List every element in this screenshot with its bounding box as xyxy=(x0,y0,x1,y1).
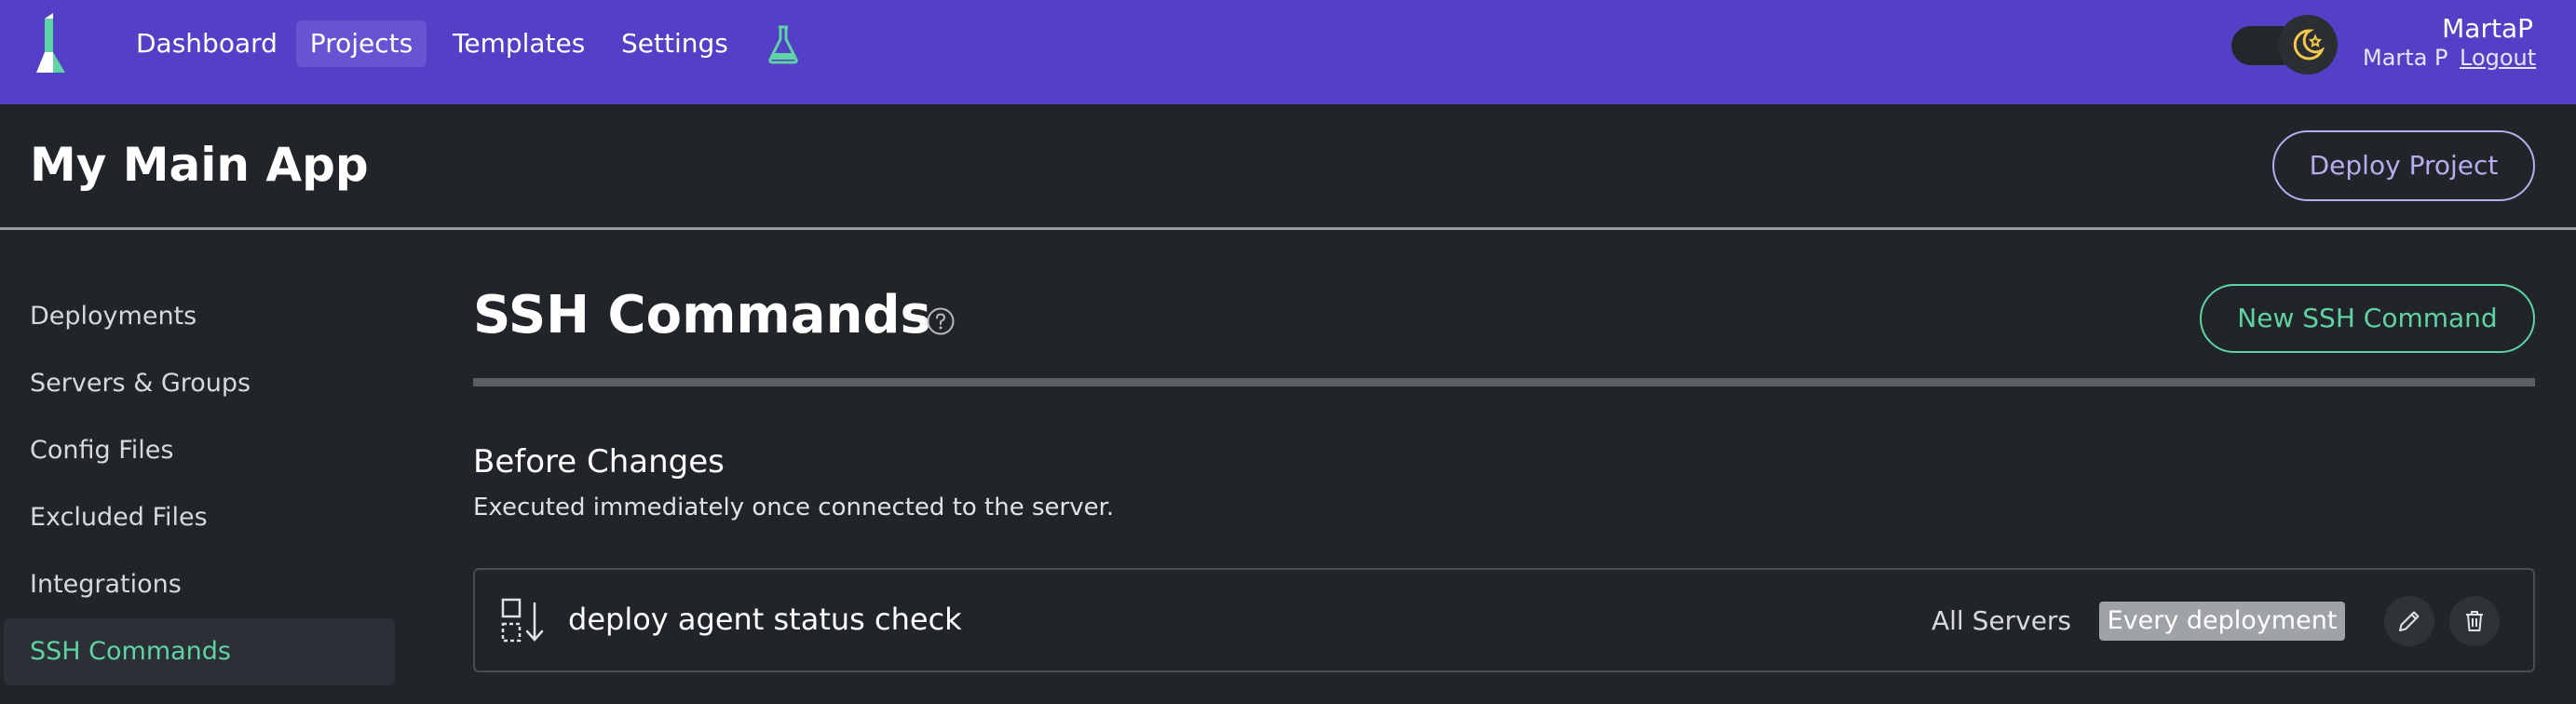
logout-link[interactable]: Logout xyxy=(2460,45,2536,71)
frequency-badge: Every deployment xyxy=(2099,602,2345,641)
moon-star-icon[interactable] xyxy=(2278,15,2338,74)
sidebar-item-deployments[interactable]: Deployments xyxy=(30,302,197,331)
title-divider xyxy=(473,378,2535,386)
nav-dashboard[interactable]: Dashboard xyxy=(136,20,278,67)
sidebar-item-servers-groups[interactable]: Servers & Groups xyxy=(30,369,251,398)
deploy-project-button[interactable]: Deploy Project xyxy=(2272,130,2535,201)
nav-projects[interactable]: Projects xyxy=(296,20,427,67)
page-title: SSH Commands xyxy=(473,285,931,345)
trash-icon[interactable] xyxy=(2449,596,2500,646)
nav-settings[interactable]: Settings xyxy=(621,20,728,67)
pencil-icon[interactable] xyxy=(2384,596,2434,646)
nav-templates[interactable]: Templates xyxy=(453,20,585,67)
section-description: Executed immediately once connected to t… xyxy=(473,494,1115,521)
user-full-name: Marta P xyxy=(2363,45,2448,71)
sidebar-item-integrations[interactable]: Integrations xyxy=(30,570,182,599)
sidebar-item-ssh-commands[interactable]: SSH Commands xyxy=(4,618,395,685)
brand-logo-icon[interactable] xyxy=(32,13,80,74)
ssh-command-name[interactable]: deploy agent status check xyxy=(568,602,962,637)
ssh-command-row: deploy agent status check All Servers Ev… xyxy=(473,568,2535,672)
project-header: My Main App Deploy Project xyxy=(0,104,2576,229)
ssh-command-servers: All Servers xyxy=(1932,605,2072,636)
sidebar-item-config-files[interactable]: Config Files xyxy=(30,436,173,465)
sidebar-item-excluded-files[interactable]: Excluded Files xyxy=(30,503,208,532)
new-ssh-command-button[interactable]: New SSH Command xyxy=(2200,284,2535,353)
header-divider xyxy=(0,227,2576,230)
question-circle-icon[interactable] xyxy=(926,306,956,336)
top-navigation-bar: Dashboard Projects Templates Settings Ma… xyxy=(0,0,2576,104)
before-changes-icon xyxy=(501,598,548,644)
username: MartaP xyxy=(2442,13,2533,44)
section-title: Before Changes xyxy=(473,443,725,481)
project-title: My Main App xyxy=(30,138,369,192)
sidebar-item-label: SSH Commands xyxy=(30,637,231,666)
flask-icon[interactable] xyxy=(766,24,801,65)
